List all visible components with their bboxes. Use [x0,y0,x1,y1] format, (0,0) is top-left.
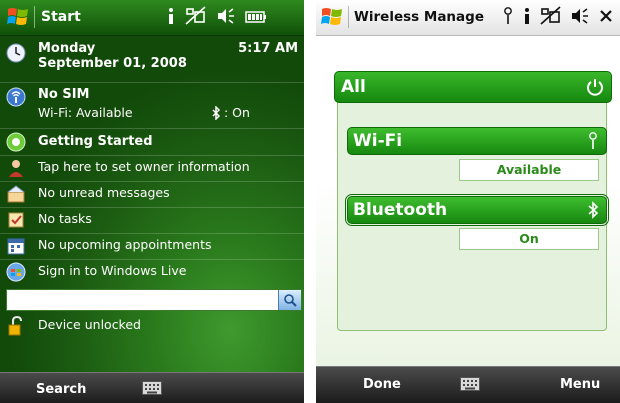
antenna-icon[interactable] [502,6,514,26]
start-button[interactable] [6,5,30,29]
sim-status: No SIM [38,87,90,102]
bluetooth-status: : On [224,105,250,120]
item-label: Getting Started [38,134,153,149]
today-screen: Start Monday September 01, 2008 5:17 AM … [0,0,304,403]
search-icon [284,294,297,307]
title-divider [34,6,35,28]
getting-started-icon [6,132,26,152]
keyboard-icon[interactable] [142,381,162,395]
unlocked-icon [8,316,22,336]
status-area[interactable] [166,6,267,26]
menu-softkey[interactable]: Menu [560,377,600,392]
time-label: 5:17 AM [238,41,298,56]
info-icon[interactable] [522,6,532,26]
info-icon[interactable] [166,6,176,26]
status-area[interactable] [502,6,614,26]
wireless-manager-screen: Wireless Manage All Wi-Fi Available Blue… [316,0,620,403]
bluetooth-icon [588,201,599,219]
tasks-icon [8,212,24,228]
divider [0,82,304,83]
device-lock-item[interactable]: Device unlocked [0,316,304,338]
item-label: Sign in to Windows Live [38,263,187,278]
bluetooth-status: On [459,228,599,250]
window-title: Start [41,9,81,25]
title-divider [348,6,349,28]
all-toggle[interactable]: All [334,71,612,103]
wifi-status: Available [459,159,599,181]
owner-info-item[interactable]: Tap here to set owner information [0,158,304,180]
owner-icon [9,160,23,177]
calendar-icon [7,238,25,255]
wifi-toggle[interactable]: Wi-Fi [347,127,607,155]
divider [0,155,304,156]
window-title: Wireless Manage [354,9,484,25]
title-bar: Wireless Manage [316,0,620,36]
date-label: September 01, 2008 [38,56,187,71]
bluetooth-label: Bluetooth [353,200,448,220]
all-label: All [341,77,366,97]
item-label: No upcoming appointments [38,237,212,252]
no-signal-icon[interactable] [540,6,562,26]
messages-icon [7,185,25,203]
connectivity-item[interactable]: No SIM Wi-Fi: Available : On [0,87,304,125]
start-button[interactable] [320,5,344,29]
getting-started-item[interactable]: Getting Started [0,132,304,154]
softkey-bar: Search [0,372,304,403]
bluetooth-icon [212,106,221,120]
divider [0,128,304,129]
messages-item[interactable]: No unread messages [0,184,304,206]
divider [0,181,304,182]
wifi-status: Wi-Fi: Available [38,105,133,120]
done-softkey[interactable]: Done [363,377,401,392]
title-bar: Start [0,0,304,36]
divider [0,259,304,260]
divider [0,207,304,208]
battery-icon[interactable] [245,6,267,26]
bluetooth-toggle[interactable]: Bluetooth [345,194,609,226]
softkey-bar: Done Menu [316,366,620,403]
tasks-item[interactable]: No tasks [0,210,304,232]
close-icon[interactable] [598,6,614,26]
volume-icon[interactable] [216,6,236,26]
item-label: No unread messages [38,185,170,200]
windows-live-icon [6,262,26,282]
no-signal-icon[interactable] [185,6,207,26]
item-label: Tap here to set owner information [38,159,250,174]
day-label: Monday [38,41,96,56]
keyboard-icon[interactable] [460,377,480,391]
windows-live-item[interactable]: Sign in to Windows Live [0,262,304,284]
item-label: No tasks [38,211,92,226]
item-label: Device unlocked [38,317,141,332]
date-time-item[interactable]: Monday September 01, 2008 5:17 AM [0,40,304,80]
volume-icon[interactable] [570,6,590,26]
search-go-button[interactable] [278,290,301,310]
wireless-icon [6,87,26,107]
wifi-icon [589,132,597,149]
appointments-item[interactable]: No upcoming appointments [0,236,304,258]
search-softkey[interactable]: Search [36,382,86,397]
clock-icon [6,43,26,63]
divider [0,233,304,234]
wifi-label: Wi-Fi [353,131,403,151]
power-icon [587,79,603,96]
search-input[interactable] [6,289,302,311]
